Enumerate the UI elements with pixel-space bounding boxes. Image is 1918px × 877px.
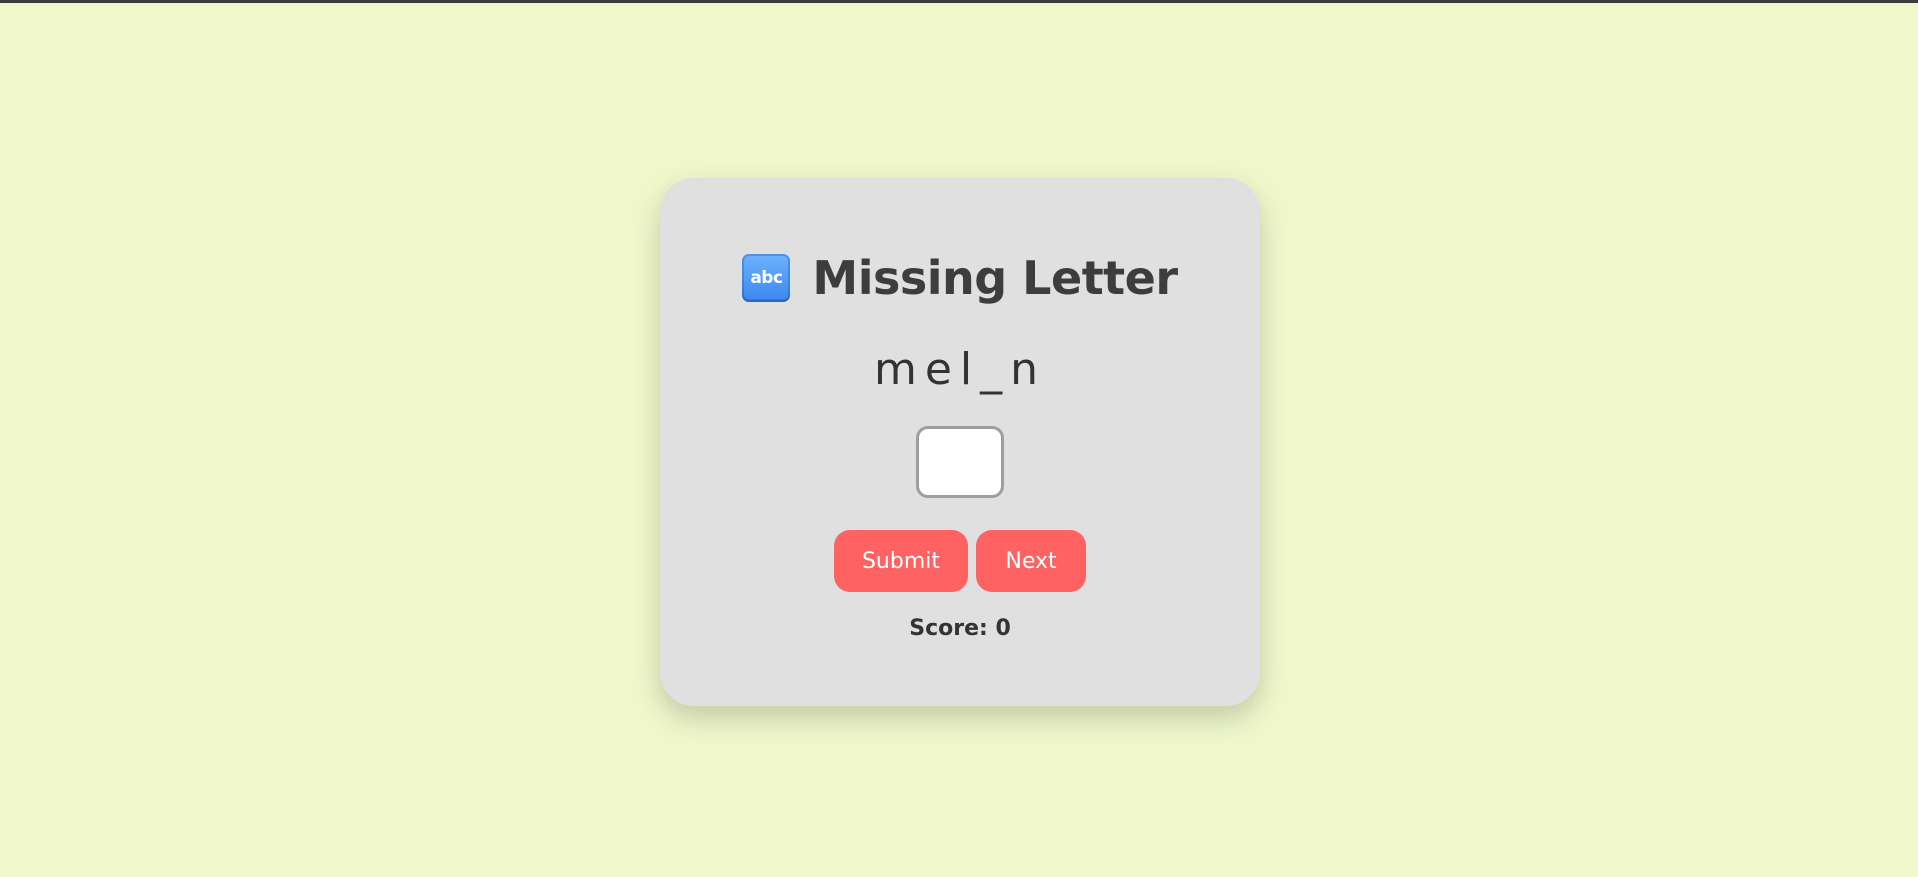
next-button[interactable]: Next	[976, 530, 1086, 592]
abc-input-icon: abc	[742, 254, 791, 302]
game-card: abc Missing Letter mel_n Submit Next Sco…	[660, 178, 1260, 706]
window-top-border	[0, 0, 1918, 3]
letter-input[interactable]	[916, 426, 1004, 498]
puzzle-word: mel_n	[873, 344, 1047, 395]
page-title: Missing Letter	[812, 251, 1178, 305]
score-display: Score: 0	[909, 616, 1011, 641]
submit-button[interactable]: Submit	[834, 530, 968, 592]
button-row: Submit Next	[660, 530, 1260, 592]
title-row: abc Missing Letter	[660, 246, 1260, 310]
